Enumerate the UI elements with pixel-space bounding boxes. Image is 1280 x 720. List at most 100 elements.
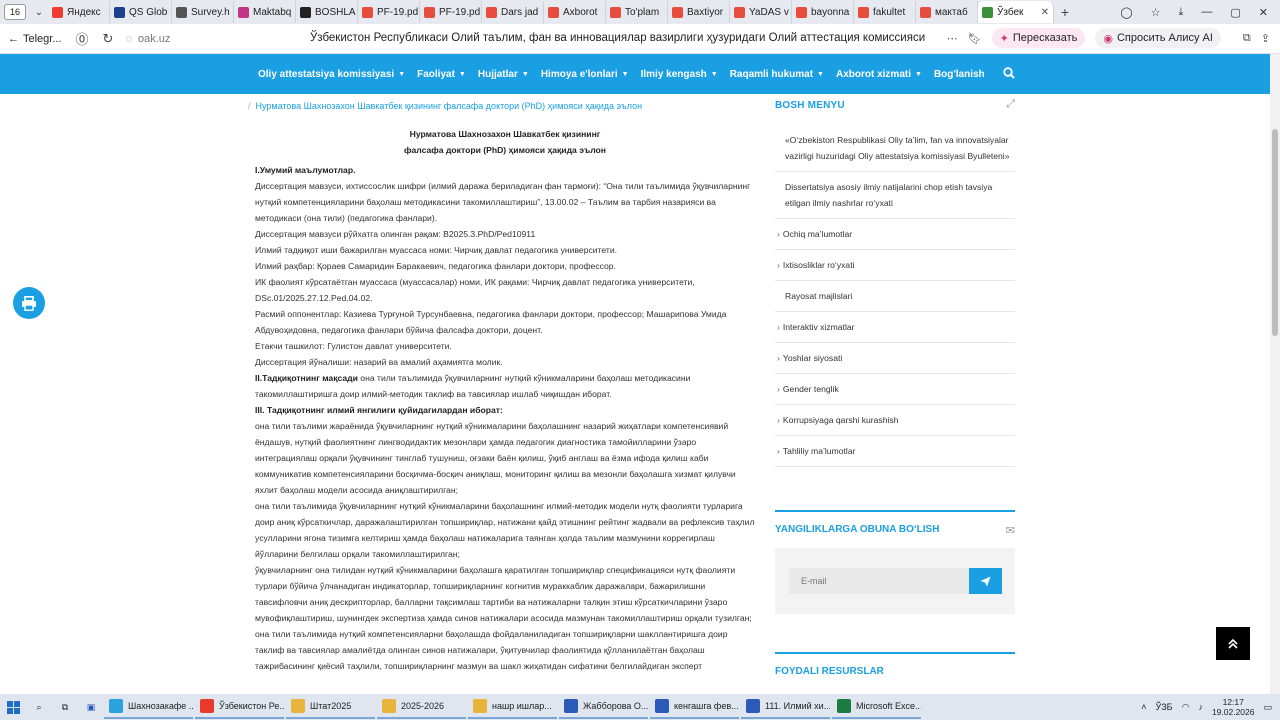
browser-tab[interactable]: QS Glob (110, 1, 172, 23)
sidebar-menu-item[interactable]: › Gender tenglik (775, 374, 1015, 405)
tab-favicon-icon (920, 6, 931, 18)
browser-tab[interactable]: BOSHLA (296, 1, 358, 23)
taskbar-app[interactable]: Штат2025 (286, 695, 375, 719)
bookmark-page-icon[interactable]: 🔖︎ (968, 32, 982, 45)
taskbar-app[interactable]: Ўзбекистон Ре... (195, 695, 284, 719)
browser-tab[interactable]: To'plam (606, 1, 668, 23)
bookmarks-icon[interactable]: ☆ (1151, 6, 1161, 19)
tab-count-button[interactable]: 16 (4, 4, 26, 20)
search-taskbar-icon[interactable]: ⌕ (26, 694, 52, 720)
browser-tab[interactable]: Maktabq (234, 1, 296, 23)
chevron-down-icon: ▼ (915, 70, 922, 78)
downloads-icon[interactable]: ⤓ (1179, 6, 1184, 19)
task-view-icon[interactable]: ⧉ (52, 694, 78, 720)
sidebar-menu-item[interactable]: › Tahliliy ma’lumotlar (775, 436, 1015, 467)
start-button[interactable] (0, 694, 26, 720)
sidebar-menu-item[interactable]: › Ixtisosliklar ro‘yxati (775, 250, 1015, 281)
scroll-to-top-button[interactable] (1216, 627, 1250, 660)
browser-tab[interactable]: fakultet (854, 1, 916, 23)
sidebar-menu-item[interactable]: › Ochiq ma’lumotlar (775, 219, 1015, 250)
window-controls: ◯ ☆ ⤓ — ▢ ✕ (1120, 0, 1280, 24)
tab-close-icon[interactable]: ✕ (1041, 7, 1049, 18)
taskbar-app-icon (382, 699, 396, 713)
wifi-icon[interactable]: ◠ (1182, 702, 1190, 713)
article-title-line2: фалсафа доктори (PhD) ҳимояси ҳақида эъл… (403, 145, 607, 155)
print-button[interactable] (13, 287, 45, 319)
tab-label: PF-19.pd (439, 6, 481, 18)
browser-tab[interactable]: Ўзбек ✕ (978, 1, 1054, 23)
share-icon[interactable]: ⇪ (1261, 32, 1270, 45)
site-nav: Oliy attestatsiya komissiyasi ▼ Faoliyat ▼ H… (0, 54, 1270, 94)
section-novelty-heading: III. Тадқиқотнинг илмий янгилиги қуйидаг… (255, 405, 503, 415)
site-info-icon[interactable]: ◌ (125, 33, 132, 45)
tab-favicon-icon (672, 6, 683, 18)
taskbar-app[interactable]: 2025-2026 (377, 695, 466, 719)
url-field[interactable]: ◌ oak.uz (125, 33, 170, 45)
new-tab-button[interactable]: + (1054, 4, 1076, 20)
minimize-button[interactable]: — (1201, 6, 1212, 18)
tab-label: Dars jad (501, 6, 539, 18)
more-icon[interactable]: ⋯ (947, 32, 958, 45)
taskbar-app-label: 111. Илмий хи... (765, 701, 830, 711)
nav-item[interactable]: Raqamli hukumat ▼ (730, 69, 824, 80)
extensions-icon[interactable]: ⧉ (1243, 32, 1251, 45)
page-scrollbar[interactable] (1270, 54, 1280, 694)
clock-date: 19.02.2026 (1211, 707, 1255, 717)
tab-favicon-icon (52, 6, 63, 18)
sidebar-menu-item[interactable]: Rayosat majlislari (775, 281, 1015, 312)
clock[interactable]: 12:17 19.02.2026 (1212, 697, 1255, 717)
scrollbar-thumb[interactable] (1272, 129, 1278, 336)
nav-item[interactable]: Oliy attestatsiya komissiyasi ▼ (258, 69, 405, 80)
retell-button[interactable]: ✦ Пересказать (991, 28, 1086, 48)
nav-item[interactable]: Ilmiy kengash ▼ (641, 69, 718, 80)
profile-icon[interactable]: ◯ (1120, 6, 1132, 19)
browser-tab[interactable]: Survey.h (172, 1, 234, 23)
browser-tab[interactable]: мактаб (916, 1, 978, 23)
nav-item[interactable]: Faoliyat ▼ (417, 69, 466, 80)
taskbar-app[interactable]: Жабборова О... (559, 695, 648, 719)
browser-tab[interactable]: Axborot (544, 1, 606, 23)
sidebar-menu-item[interactable]: Dissertatsiya asosiy ilmiy natijalarini … (775, 172, 1015, 219)
nav-item[interactable]: Himoya e'lonlari ▼ (541, 69, 629, 80)
chevron-up-icon[interactable]: ˄ (1141, 702, 1146, 712)
ask-alice-button[interactable]: ◉ Спросить Алису AI (1095, 28, 1221, 48)
save-disk-icon[interactable]: ▣ (78, 694, 104, 720)
close-window-button[interactable]: ✕ (1259, 6, 1268, 19)
browser-tab[interactable]: Dars jad (482, 1, 544, 23)
search-icon[interactable] (1003, 67, 1015, 82)
windows-logo-icon (6, 700, 20, 714)
nav-item[interactable]: Hujjatlar ▼ (478, 69, 529, 80)
subscribe-send-button[interactable] (969, 568, 1002, 594)
breadcrumb-current[interactable]: Нурматова Шахнозахон Шавкатбек қизининг … (256, 101, 643, 111)
yandex-protect-icon[interactable]: ⓪ (76, 29, 89, 48)
sidebar-menu-item[interactable]: › Interaktiv xizmatlar (775, 312, 1015, 343)
expand-icon[interactable]: ⤢ (1006, 98, 1015, 111)
tab-list-chevron-icon[interactable]: ⌄ (30, 4, 48, 20)
browser-tab[interactable]: PF-19.pd (358, 1, 420, 23)
tab-favicon-icon (858, 6, 869, 18)
sidebar-menu-item[interactable]: › Korrupsiyaga qarshi kurashish (775, 405, 1015, 436)
paragraph-supervisor: Илмий раҳбар: Қораев Самаридин Баракаеви… (255, 261, 616, 271)
language-indicator[interactable]: ЎЗБ (1156, 702, 1173, 712)
email-input[interactable]: E-mail (789, 568, 969, 594)
browser-tab[interactable]: YaDAS v (730, 1, 792, 23)
taskbar-app[interactable]: 111. Илмий хи... (741, 695, 830, 719)
browser-tab[interactable]: PF-19.pd (420, 1, 482, 23)
maximize-button[interactable]: ▢ (1230, 6, 1240, 19)
notifications-icon[interactable]: ▭ (1263, 702, 1272, 713)
reload-icon[interactable]: ↻ (103, 31, 114, 47)
browser-tab[interactable]: Яндекс (48, 1, 110, 23)
browser-tab[interactable]: bayonna (792, 1, 854, 23)
nav-item[interactable]: Bog'lanish (934, 69, 985, 80)
taskbar-app[interactable]: нашр ишлар... (468, 695, 557, 719)
taskbar-app[interactable]: Microsoft Exce... (832, 695, 921, 719)
paragraph-registration: Диссертация мавзуси рўйхатга олинган рақ… (255, 229, 536, 239)
browser-tab[interactable]: Baxtiyor (668, 1, 730, 23)
back-button[interactable]: ← Telegr... (8, 33, 62, 45)
taskbar-app[interactable]: Шахнозакафе ... (104, 695, 193, 719)
sidebar-menu-item[interactable]: «O‘zbekiston Respublikasi Oliy ta’lim, f… (775, 125, 1015, 172)
volume-icon[interactable]: ♪ (1198, 702, 1203, 712)
taskbar-app[interactable]: кенгашга фев... (650, 695, 739, 719)
nav-item[interactable]: Axborot xizmati ▼ (836, 69, 922, 80)
sidebar-menu-item[interactable]: › Yoshlar siyosati (775, 343, 1015, 374)
